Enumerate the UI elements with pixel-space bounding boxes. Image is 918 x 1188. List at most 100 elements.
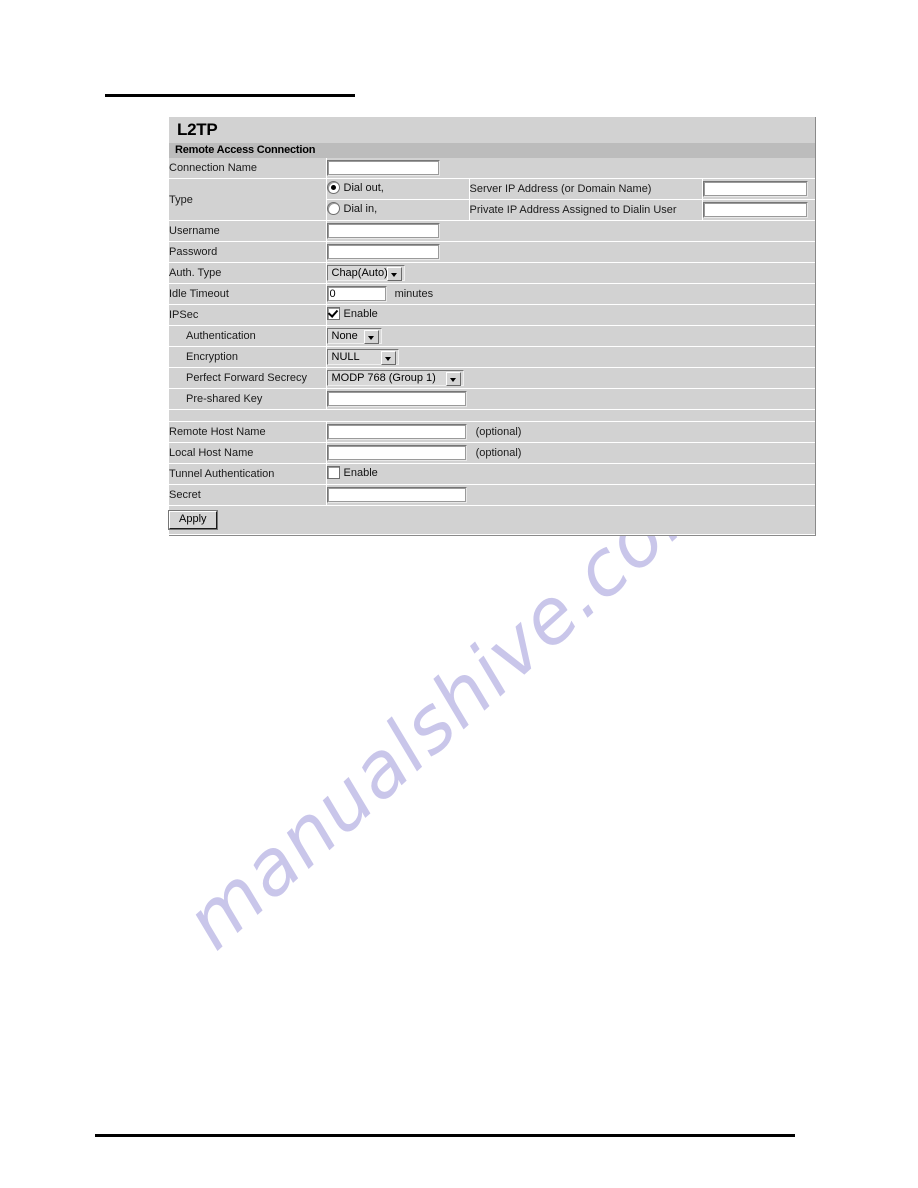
radio-dial-in-icon[interactable] (326, 202, 340, 215)
row-type: Type Dial out, Server IP Address (or Dom… (169, 178, 815, 221)
auth-type-select[interactable]: Chap(Auto) (326, 265, 405, 281)
pre-shared-key-input[interactable] (326, 391, 467, 407)
checkbox-unchecked-icon[interactable] (326, 466, 340, 479)
apply-button[interactable]: Apply (169, 511, 217, 529)
row-authentication: Authentication None (169, 325, 815, 347)
spacer-right (326, 409, 815, 422)
cell-type: Dial out, Server IP Address (or Domain N… (326, 178, 815, 221)
chevron-down-icon[interactable] (386, 267, 402, 281)
l2tp-form: Connection Name Type Dial out, Server IP… (169, 158, 815, 535)
private-ip-address-input[interactable] (702, 202, 808, 218)
cell-idle-timeout: minutes (326, 283, 815, 305)
ipsec-enable-checkbox[interactable]: Enable (326, 307, 378, 320)
chevron-down-icon[interactable] (445, 372, 461, 386)
row-remote-host-name: Remote Host Name (optional) (169, 421, 815, 443)
label-password: Password (169, 241, 327, 263)
label-tunnel-authentication: Tunnel Authentication (169, 463, 327, 485)
label-authentication: Authentication (169, 325, 327, 347)
cell-server-ip-address (702, 179, 815, 200)
radio-dial-out-label: Dial out, (343, 181, 384, 194)
type-option-dial-in: Dial in, Private IP Address Assigned to … (326, 199, 815, 220)
checkbox-checked-icon[interactable] (326, 307, 340, 320)
l2tp-panel: L2TP Remote Access Connection Connection… (169, 117, 816, 536)
row-apply: Apply (169, 505, 815, 535)
tunnel-authentication-enable-checkbox[interactable]: Enable (326, 466, 378, 479)
server-ip-address-input[interactable] (702, 181, 808, 197)
secret-input[interactable] (326, 487, 467, 503)
label-pre-shared-key: Pre-shared Key (169, 388, 327, 410)
encryption-selected-value: NULL (331, 351, 360, 363)
label-private-ip-address: Private IP Address Assigned to Dialin Us… (469, 199, 703, 220)
authentication-selected-value: None (331, 330, 358, 342)
tunnel-authentication-enable-label: Enable (343, 466, 378, 479)
type-option-dial-out: Dial out, Server IP Address (or Domain N… (326, 179, 815, 200)
cell-password (326, 241, 815, 263)
username-input[interactable] (326, 223, 440, 239)
label-type: Type (169, 178, 327, 221)
authentication-select[interactable]: None (326, 328, 382, 344)
cell-dial-out-radio[interactable]: Dial out, (326, 179, 470, 200)
cell-tunnel-authentication: Enable (326, 463, 815, 485)
row-auth-type: Auth. Type Chap(Auto) (169, 262, 815, 284)
label-secret: Secret (169, 484, 327, 506)
label-local-host-name: Local Host Name (169, 442, 327, 464)
label-server-ip-address: Server IP Address (or Domain Name) (469, 179, 703, 200)
label-idle-timeout: Idle Timeout (169, 283, 327, 305)
encryption-select[interactable]: NULL (326, 349, 399, 365)
label-remote-host-name: Remote Host Name (169, 421, 327, 443)
cell-secret (326, 484, 815, 506)
label-perfect-forward-secrecy: Perfect Forward Secrecy (169, 367, 327, 389)
row-secret: Secret (169, 484, 815, 506)
chevron-down-icon[interactable] (380, 351, 396, 365)
perfect-forward-secrecy-selected-value: MODP 768 (Group 1) (331, 372, 436, 384)
section-header: Remote Access Connection (169, 143, 815, 158)
row-pre-shared-key: Pre-shared Key (169, 388, 815, 410)
row-local-host-name: Local Host Name (optional) (169, 442, 815, 464)
radio-dial-out-icon[interactable] (326, 181, 340, 194)
radio-dial-in-label: Dial in, (343, 202, 378, 215)
page-header-rule (105, 94, 355, 97)
cell-pre-shared-key (326, 388, 815, 410)
radio-dial-out[interactable]: Dial out, (326, 181, 384, 194)
idle-timeout-input[interactable] (326, 286, 387, 302)
chevron-down-icon[interactable] (363, 330, 379, 344)
remote-host-name-hint: (optional) (475, 425, 522, 438)
cell-dial-in-radio[interactable]: Dial in, (326, 199, 470, 220)
local-host-name-hint: (optional) (475, 446, 522, 459)
local-host-name-input[interactable] (326, 445, 467, 461)
perfect-forward-secrecy-select[interactable]: MODP 768 (Group 1) (326, 370, 464, 386)
cell-ipsec: Enable (326, 304, 815, 326)
row-tunnel-authentication: Tunnel Authentication Enable (169, 463, 815, 485)
radio-dial-in[interactable]: Dial in, (326, 202, 378, 215)
cell-perfect-forward-secrecy: MODP 768 (Group 1) (326, 367, 815, 389)
spacer-left (169, 409, 326, 422)
idle-timeout-unit: minutes (394, 287, 434, 300)
cell-encryption: NULL (326, 346, 815, 368)
cell-apply: Apply (169, 505, 815, 535)
cell-local-host-name: (optional) (326, 442, 815, 464)
label-ipsec: IPSec (169, 304, 327, 326)
auth-type-selected-value: Chap(Auto) (331, 267, 388, 279)
row-idle-timeout: Idle Timeout minutes (169, 283, 815, 305)
cell-auth-type: Chap(Auto) (326, 262, 815, 284)
page-footer-rule (95, 1134, 795, 1137)
label-username: Username (169, 220, 327, 242)
row-spacer (169, 409, 815, 422)
cell-username (326, 220, 815, 242)
row-perfect-forward-secrecy: Perfect Forward Secrecy MODP 768 (Group … (169, 367, 815, 389)
row-encryption: Encryption NULL (169, 346, 815, 368)
label-connection-name: Connection Name (169, 158, 327, 179)
connection-name-input[interactable] (326, 160, 440, 176)
cell-private-ip-address (702, 199, 815, 220)
page-title: L2TP (169, 117, 815, 143)
row-connection-name: Connection Name (169, 158, 815, 179)
cell-remote-host-name: (optional) (326, 421, 815, 443)
remote-host-name-input[interactable] (326, 424, 467, 440)
password-input[interactable] (326, 244, 440, 260)
label-encryption: Encryption (169, 346, 327, 368)
row-password: Password (169, 241, 815, 263)
cell-connection-name (326, 158, 815, 179)
cell-authentication: None (326, 325, 815, 347)
ipsec-enable-label: Enable (343, 307, 378, 320)
row-ipsec: IPSec Enable (169, 304, 815, 326)
